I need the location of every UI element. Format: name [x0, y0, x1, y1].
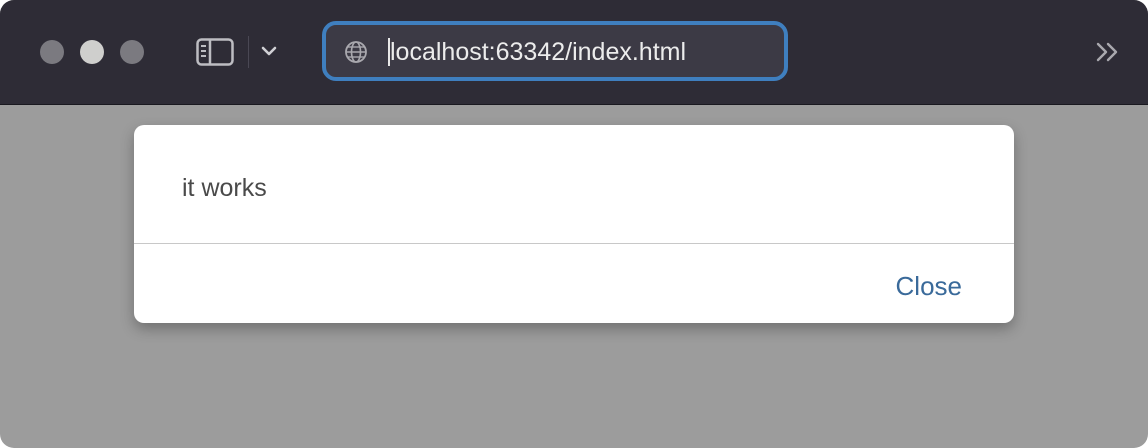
toolbar-divider	[248, 36, 249, 68]
alert-dialog: it works Close	[134, 125, 1014, 323]
window-close-button[interactable]	[40, 40, 64, 64]
address-bar[interactable]: localhost:63342/index.html	[322, 21, 788, 81]
toolbar-overflow-button[interactable]	[1094, 40, 1122, 64]
window-minimize-button[interactable]	[80, 40, 104, 64]
sidebar-menu-button[interactable]	[258, 40, 280, 62]
globe-icon	[345, 41, 367, 63]
sidebar-icon	[196, 38, 234, 66]
chevron-down-icon	[261, 46, 277, 56]
close-button[interactable]: Close	[896, 269, 962, 303]
double-chevron-right-icon	[1096, 42, 1118, 62]
browser-window: localhost:63342/index.html it works Clos…	[0, 0, 1148, 448]
sidebar-toggle-button[interactable]	[196, 38, 234, 66]
address-url[interactable]: localhost:63342/index.html	[390, 37, 686, 67]
window-zoom-button[interactable]	[120, 40, 144, 64]
alert-divider	[134, 243, 1014, 244]
browser-toolbar: localhost:63342/index.html	[0, 0, 1148, 105]
alert-message: it works	[182, 174, 267, 202]
